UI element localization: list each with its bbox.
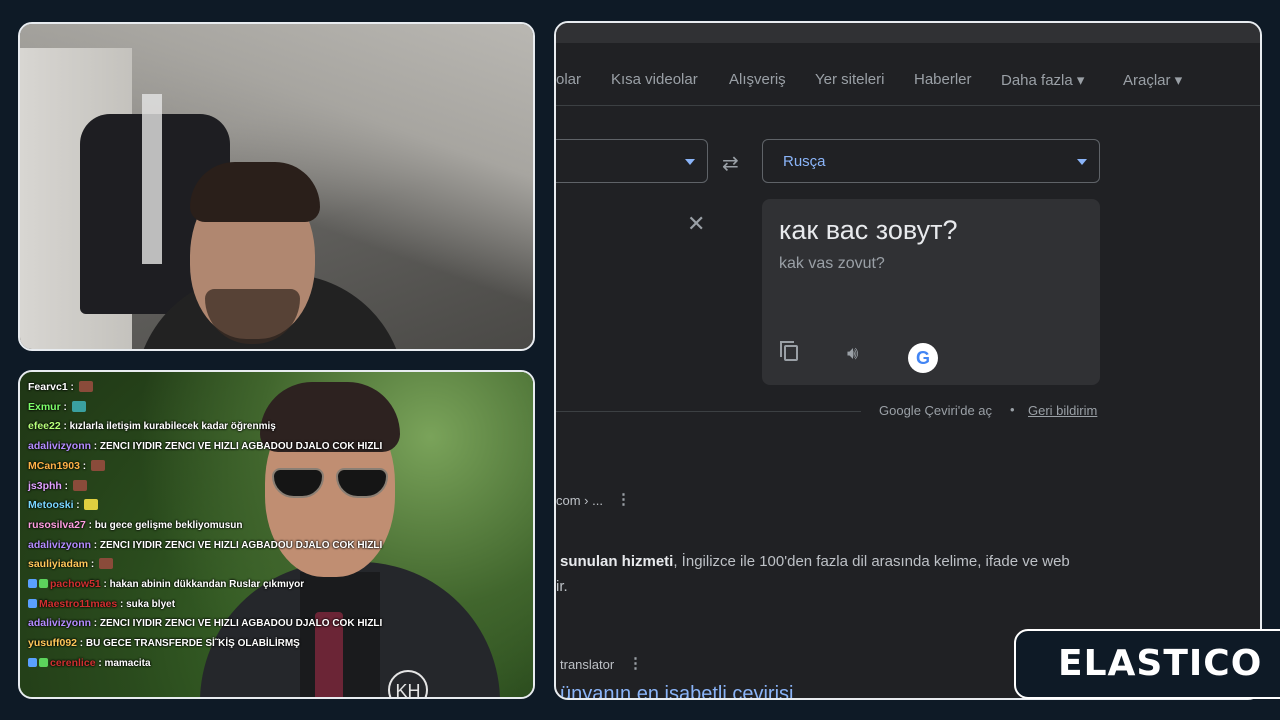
- chat-emote-icon: [99, 558, 114, 570]
- nav-tab-more[interactable]: Daha fazla ▾: [1001, 71, 1084, 89]
- chat-username[interactable]: efee22: [28, 420, 61, 432]
- chat-username[interactable]: Maestro11maes: [39, 598, 117, 610]
- chat-text: ZENCI IYIDIR ZENCI VE HIZLI AGBADOU DJAL…: [99, 618, 383, 630]
- chat-username[interactable]: MCan1903: [28, 460, 80, 472]
- chat-text: BU GECE TRANSFERDE Sİ˜KİŞ OLABİLİRMŞ: [85, 638, 300, 650]
- copy-icon[interactable]: [780, 341, 798, 361]
- elastico-logo: ELASTICO: [1058, 643, 1263, 684]
- chat-text: ZENCI IYIDIR ZENCI VE HIZLI AGBADOU DJAL…: [99, 441, 383, 453]
- chat-emote-icon: [72, 479, 87, 491]
- chat-username[interactable]: Metooski: [28, 499, 74, 511]
- nav-tab-short-videos[interactable]: Kısa videolar: [611, 71, 698, 88]
- chat-emote-icon: [84, 499, 99, 511]
- google-icon[interactable]: G: [908, 343, 938, 373]
- result-snippet: sunulan hizmeti, İngilizce ile 100'den f…: [560, 553, 1070, 570]
- feedback-link[interactable]: Geri bildirim: [1028, 403, 1097, 418]
- chat-username[interactable]: rusosilva27: [28, 519, 86, 531]
- nav-tab-news[interactable]: Haberler: [914, 71, 972, 88]
- swap-languages-icon[interactable]: ⇄: [722, 151, 739, 176]
- chat-message: Exmur :: [28, 398, 408, 418]
- browser-window: olar Kısa videolar Alışveriş Yer siteler…: [554, 21, 1262, 700]
- chat-username[interactable]: Exmur: [28, 401, 61, 413]
- translation-output-card: как вас зовут? kak vas zovut? 🔊︎ G: [762, 199, 1100, 385]
- chat-username[interactable]: cerenlice: [50, 657, 96, 669]
- nav-tab-shopping[interactable]: Alışveriş: [729, 71, 786, 88]
- result-snippet-line2: ir.: [556, 578, 568, 595]
- speaker-icon[interactable]: 🔊︎: [847, 343, 858, 364]
- chat-message: Fearvc1 :: [28, 378, 408, 398]
- transliteration-text: kak vas zovut?: [779, 255, 885, 272]
- more-options-icon[interactable]: ⋮: [628, 654, 643, 672]
- chat-username[interactable]: adalivizyonn: [28, 617, 91, 629]
- footer-separator: •: [1010, 402, 1015, 417]
- result-source[interactable]: translator: [560, 657, 614, 672]
- webcam-panel: [18, 22, 535, 351]
- result-breadcrumb[interactable]: com › ...: [556, 493, 603, 508]
- nav-tab-partial[interactable]: olar: [556, 71, 581, 88]
- source-language-select[interactable]: [556, 139, 708, 183]
- search-nav: olar Kısa videolar Alışveriş Yer siteler…: [556, 71, 1260, 93]
- chat-username[interactable]: yusuff092: [28, 637, 77, 649]
- chat-overlay-panel: KH Fearvc1 : Exmur : efee22 : kızlarla i…: [18, 370, 535, 699]
- chat-badge-icon: [28, 657, 37, 667]
- target-language-label: Rusça: [783, 153, 826, 170]
- open-in-translate-link[interactable]: Google Çeviri'de aç: [879, 403, 992, 418]
- chat-badge-icon: [28, 598, 37, 608]
- chat-message: rusosilva27 : bu gece gelişme bekliyomus…: [28, 518, 243, 531]
- nav-tab-places[interactable]: Yer siteleri: [815, 71, 884, 88]
- chat-badge-icon: [39, 579, 48, 589]
- chat-badge-icon: [28, 579, 37, 589]
- chat-message: Maestro11maes : suka blyet: [28, 595, 408, 615]
- more-options-icon[interactable]: ⋮: [616, 490, 631, 508]
- chat-text: hakan abinin dükkandan Ruslar çıkmıyor: [109, 579, 305, 591]
- chat-text: suka blyet: [126, 598, 176, 610]
- chat-badge-icon: [39, 657, 48, 667]
- chat-username[interactable]: pachow51: [50, 578, 101, 590]
- chat-username[interactable]: adalivizyonn: [28, 440, 91, 452]
- chat-username[interactable]: js3phh: [28, 480, 62, 492]
- translation-text: как вас зовут?: [779, 215, 958, 245]
- chat-text: bu gece gelişme bekliyomusun: [94, 519, 243, 531]
- chat-text: mamacita: [104, 657, 151, 669]
- elastico-logo-box: ELASTICO: [1014, 629, 1280, 699]
- chat-message: yusuff092 : BU GECE TRANSFERDE Sİ˜KİŞ OL…: [28, 637, 300, 650]
- chat-message: adalivizyonn : ZENCI IYIDIR ZENCI VE HIZ…: [28, 617, 383, 630]
- chat-username[interactable]: adalivizyonn: [28, 539, 91, 551]
- chat-message: MCan1903 :: [28, 457, 408, 477]
- target-language-select[interactable]: Rusça: [762, 139, 1100, 183]
- chat-message: cerenlice : mamacita: [28, 654, 408, 674]
- browser-top-bar: [556, 23, 1260, 43]
- chat-message: pachow51 : hakan abinin dükkandan Ruslar…: [28, 575, 408, 595]
- nav-tab-tools[interactable]: Araçlar ▾: [1123, 71, 1182, 89]
- chat-emote-icon: [78, 381, 93, 392]
- chat-message: Metooski :: [28, 496, 408, 516]
- dropdown-arrow-icon: [685, 159, 695, 165]
- chat-list: Fearvc1 : Exmur : efee22 : kızlarla ilet…: [28, 378, 408, 674]
- dropdown-arrow-icon: [1077, 159, 1087, 165]
- chat-message: sauliyiadam :: [28, 555, 408, 575]
- result-title-link[interactable]: ünyanın en isabetli çevirisi: [560, 683, 793, 698]
- chat-emote-icon: [90, 459, 105, 471]
- chat-text: kızlarla iletişim kurabilecek kadar öğre…: [69, 421, 276, 433]
- chat-username[interactable]: Fearvc1: [28, 381, 68, 393]
- chat-username[interactable]: sauliyiadam: [28, 558, 88, 570]
- chat-message: adalivizyonn : ZENCI IYIDIR ZENCI VE HIZ…: [28, 538, 383, 551]
- clear-text-icon[interactable]: ✕: [687, 211, 705, 237]
- chat-message: efee22 : kızlarla iletişim kurabilecek k…: [28, 420, 276, 433]
- chat-message: adalivizyonn : ZENCI IYIDIR ZENCI VE HIZ…: [28, 440, 383, 453]
- chat-message: js3phh :: [28, 477, 408, 497]
- chat-text: ZENCI IYIDIR ZENCI VE HIZLI AGBADOU DJAL…: [99, 539, 383, 551]
- chat-emote-icon: [71, 400, 86, 412]
